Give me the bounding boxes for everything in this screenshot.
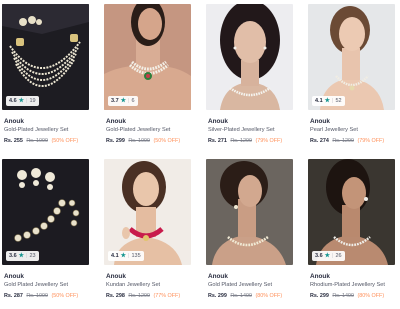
star-icon: ★ xyxy=(120,253,127,259)
product-name: Gold Plated Jewellery Set xyxy=(208,282,273,288)
kundan-necklace-set-icon xyxy=(2,159,89,265)
product-card[interactable]: 3.6 ★ | 26 Anouk Rhodium-Plated Jeweller… xyxy=(308,159,395,308)
rating-count: 52 xyxy=(335,98,342,104)
product-image[interactable] xyxy=(206,159,293,265)
product-name: Kundan Jewellery Set xyxy=(106,282,161,288)
product-image[interactable]: 4.1 ★ | 52 xyxy=(308,4,395,110)
original-price: Rs. 1299 xyxy=(128,293,150,299)
rating-count: 19 xyxy=(29,98,36,104)
rating-count: 26 xyxy=(335,253,342,259)
product-image[interactable]: 3.6 ★ | 26 xyxy=(308,159,395,265)
product-card[interactable]: 4.1 ★ | 52 Anouk Pearl Jewellery Set Rs.… xyxy=(308,4,395,153)
product-card[interactable]: 3.7 ★ | 6 Anouk Gold-Plated Jewellery Se… xyxy=(104,4,191,153)
rating-value: 4.1 xyxy=(111,253,119,259)
star-icon: ★ xyxy=(324,253,331,259)
selling-price: Rs. 298 xyxy=(106,293,125,299)
product-card[interactable]: 4.1 ★ | 135 Anouk Kundan Jewellery Set R… xyxy=(104,159,191,308)
rating-count: 6 xyxy=(131,98,135,104)
model-kundan-choker-icon xyxy=(104,159,191,265)
rating-badge: 3.6 ★ | 26 xyxy=(312,251,345,261)
discount-label: (80% OFF) xyxy=(357,293,385,299)
star-icon: ★ xyxy=(324,98,331,104)
product-grid: 4.6 ★ | 19 Anouk Gold-Plated Jewellery S… xyxy=(2,4,398,306)
discount-label: (50% OFF) xyxy=(153,138,181,144)
product-card[interactable]: Anouk Silver-Plated Jewellery Set Rs. 27… xyxy=(206,4,293,153)
discount-label: (80% OFF) xyxy=(255,293,283,299)
star-icon: ★ xyxy=(18,98,25,104)
product-price: Rs. 299 Rs. 1099 (50% OFF) xyxy=(106,137,191,145)
discount-label: (79% OFF) xyxy=(255,138,283,144)
selling-price: Rs. 299 xyxy=(310,293,329,299)
selling-price: Rs. 299 xyxy=(106,138,125,144)
model-rhodium-set-icon xyxy=(308,159,395,265)
product-image[interactable]: 4.1 ★ | 135 xyxy=(104,159,191,265)
rating-value: 3.6 xyxy=(315,253,323,259)
rating-count: 135 xyxy=(131,253,141,259)
product-brand: Anouk xyxy=(106,273,126,280)
product-card[interactable]: 4.6 ★ | 19 Anouk Gold-Plated Jewellery S… xyxy=(2,4,89,153)
product-name: Gold-Plated Jewellery Set xyxy=(4,127,69,133)
product-price: Rs. 298 Rs. 1299 (77% OFF) xyxy=(106,292,191,300)
original-price: Rs. 1499 xyxy=(332,293,354,299)
star-icon: ★ xyxy=(18,253,25,259)
product-name: Silver-Plated Jewellery Set xyxy=(208,127,275,133)
discount-label: (50% OFF) xyxy=(51,293,79,299)
product-image[interactable]: 3.7 ★ | 6 xyxy=(104,4,191,110)
rating-value: 4.1 xyxy=(315,98,323,104)
original-price: Rs. 1299 xyxy=(332,138,354,144)
product-price: Rs. 287 Rs. 1099 (50% OFF) xyxy=(4,292,89,300)
model-gold-set-icon xyxy=(206,159,293,265)
product-brand: Anouk xyxy=(4,118,24,125)
star-icon: ★ xyxy=(120,98,127,104)
product-price: Rs. 299 Rs. 1499 (80% OFF) xyxy=(208,292,293,300)
rating-value: 3.6 xyxy=(9,253,17,259)
rating-value: 3.7 xyxy=(111,98,119,104)
rating-value: 4.6 xyxy=(9,98,17,104)
product-price: Rs. 271 Rs. 1299 (79% OFF) xyxy=(208,137,293,145)
product-card[interactable]: Anouk Gold Plated Jewellery Set Rs. 299 … xyxy=(206,159,293,308)
product-price: Rs. 255 Rs. 1099 (50% OFF) xyxy=(4,137,89,145)
product-price: Rs. 274 Rs. 1299 (79% OFF) xyxy=(310,137,395,145)
model-choker-icon xyxy=(104,4,191,110)
model-pearl-necklace-icon xyxy=(206,4,293,110)
product-image[interactable] xyxy=(206,4,293,110)
selling-price: Rs. 271 xyxy=(208,138,227,144)
product-brand: Anouk xyxy=(208,118,228,125)
product-price: Rs. 299 Rs. 1499 (80% OFF) xyxy=(310,292,395,300)
product-brand: Anouk xyxy=(4,273,24,280)
product-brand: Anouk xyxy=(310,273,330,280)
discount-label: (77% OFF) xyxy=(153,293,181,299)
jewellery-necklace-set-icon xyxy=(2,4,89,110)
selling-price: Rs. 255 xyxy=(4,138,23,144)
product-brand: Anouk xyxy=(310,118,330,125)
rating-badge: 3.7 ★ | 6 xyxy=(108,96,138,106)
original-price: Rs. 1099 xyxy=(128,138,150,144)
rating-badge: 4.6 ★ | 19 xyxy=(6,96,39,106)
original-price: Rs. 1099 xyxy=(26,293,48,299)
rating-badge: 4.1 ★ | 135 xyxy=(108,251,144,261)
rating-badge: 4.1 ★ | 52 xyxy=(312,96,345,106)
product-image[interactable]: 4.6 ★ | 19 xyxy=(2,4,89,110)
selling-price: Rs. 287 xyxy=(4,293,23,299)
discount-label: (50% OFF) xyxy=(51,138,79,144)
selling-price: Rs. 299 xyxy=(208,293,227,299)
product-name: Rhodium-Plated Jewellery Set xyxy=(310,282,385,288)
rating-count: 23 xyxy=(29,253,36,259)
selling-price: Rs. 274 xyxy=(310,138,329,144)
model-pearl-set-icon xyxy=(308,4,395,110)
product-name: Gold Plated Jewellery Set xyxy=(4,282,69,288)
original-price: Rs. 1499 xyxy=(230,293,252,299)
original-price: Rs. 1099 xyxy=(26,138,48,144)
product-name: Pearl Jewellery Set xyxy=(310,127,358,133)
discount-label: (79% OFF) xyxy=(357,138,385,144)
product-brand: Anouk xyxy=(208,273,228,280)
product-card[interactable]: 3.6 ★ | 23 Anouk Gold Plated Jewellery S… xyxy=(2,159,89,308)
product-brand: Anouk xyxy=(106,118,126,125)
original-price: Rs. 1299 xyxy=(230,138,252,144)
product-name: Gold-Plated Jewellery Set xyxy=(106,127,171,133)
rating-badge: 3.6 ★ | 23 xyxy=(6,251,39,261)
product-image[interactable]: 3.6 ★ | 23 xyxy=(2,159,89,265)
